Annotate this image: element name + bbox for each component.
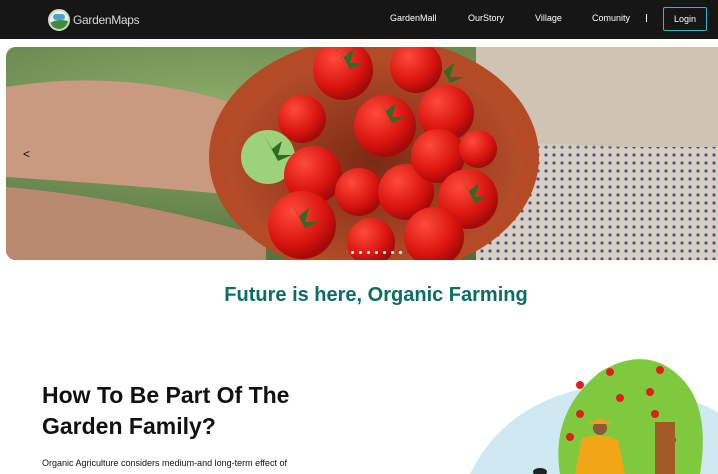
- top-navbar: GardenMaps GardenMall OurStory Village C…: [0, 0, 718, 39]
- carousel-dot[interactable]: [391, 251, 394, 254]
- hero-image-tomatoes: [6, 47, 718, 260]
- carousel-dot[interactable]: [383, 251, 386, 254]
- carousel-dot[interactable]: [351, 251, 354, 254]
- nav-link-comunity[interactable]: Comunity: [592, 13, 630, 23]
- nav-divider: [646, 14, 647, 22]
- hero-carousel: <: [6, 47, 718, 260]
- carousel-dot[interactable]: [359, 251, 362, 254]
- carousel-prev-arrow-icon[interactable]: <: [23, 147, 30, 161]
- login-button[interactable]: Login: [663, 7, 707, 31]
- nav-link-village[interactable]: Village: [535, 13, 562, 23]
- brand-name: GardenMaps: [73, 13, 140, 27]
- section-heading: How To Be Part Of The Garden Family?: [42, 382, 290, 439]
- globe-logo-icon: [48, 9, 70, 31]
- nav-link-ourstory[interactable]: OurStory: [468, 13, 504, 23]
- tagline-heading: Future is here, Organic Farming: [224, 284, 528, 306]
- brand-logo[interactable]: GardenMaps: [48, 9, 140, 31]
- farmer-apple-tree-illustration: [470, 359, 718, 474]
- carousel-dot[interactable]: [375, 251, 378, 254]
- section-body-text: Organic Agriculture considers medium-and…: [42, 458, 287, 468]
- nav-link-gardenmall[interactable]: GardenMall: [390, 13, 437, 23]
- carousel-dot[interactable]: [399, 251, 402, 254]
- carousel-dot[interactable]: [367, 251, 370, 254]
- carousel-pagination: [351, 251, 402, 254]
